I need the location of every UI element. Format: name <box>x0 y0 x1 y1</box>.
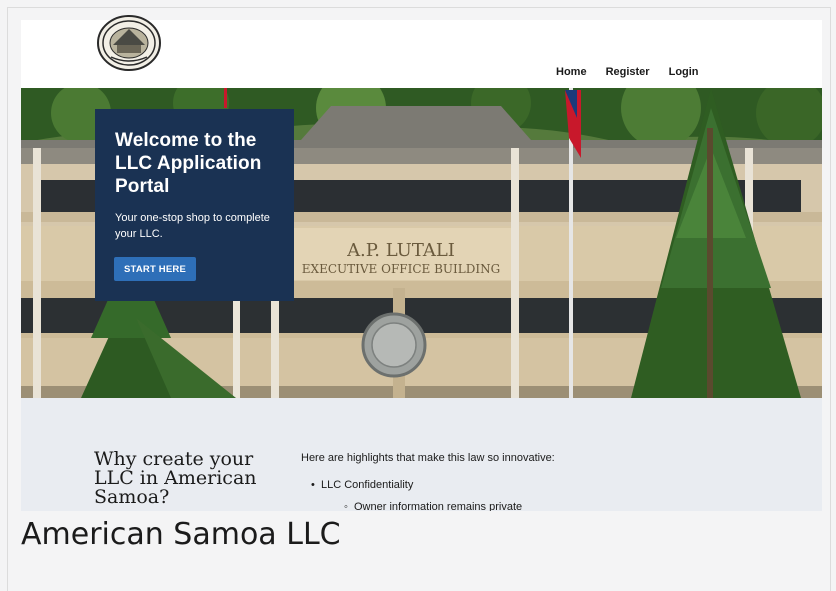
highlights-intro: Here are highlights that make this law s… <box>301 452 555 464</box>
highlight-label: LLC Confidentiality <box>321 479 414 491</box>
highlights-list: LLC Confidentiality Owner information re… <box>311 478 522 511</box>
page-footer-title: American Samoa LLC <box>21 517 341 552</box>
welcome-card: Welcome to the LLC Application Portal Yo… <box>95 109 294 301</box>
highlights-section: Why create your LLC in American Samoa? H… <box>21 398 822 511</box>
nav-login-link[interactable]: Login <box>669 66 699 78</box>
highlight-sublist: Owner information remains private <box>344 500 522 511</box>
welcome-subtitle: Your one-stop shop to complete your LLC. <box>115 212 270 240</box>
list-item: Owner information remains private <box>344 500 522 511</box>
building-sign-line2: EXECUTIVE OFFICE BUILDING <box>302 262 500 276</box>
site-header: Home Register Login <box>21 15 822 88</box>
nav-home-link[interactable]: Home <box>556 66 587 78</box>
nav-register-link[interactable]: Register <box>606 66 650 78</box>
highlight-sub-label: Owner information remains private <box>354 501 523 511</box>
welcome-title: Welcome to the LLC Application Portal <box>115 130 262 197</box>
seal-logo-icon[interactable] <box>97 15 161 71</box>
start-here-button[interactable]: START HERE <box>114 257 196 281</box>
list-item: LLC Confidentiality Owner information re… <box>311 478 522 511</box>
building-sign-line1: A.P. LUTALI <box>346 240 455 261</box>
why-heading: Why create your LLC in American Samoa? <box>94 448 257 508</box>
main-nav: Home Register Login <box>556 66 718 78</box>
